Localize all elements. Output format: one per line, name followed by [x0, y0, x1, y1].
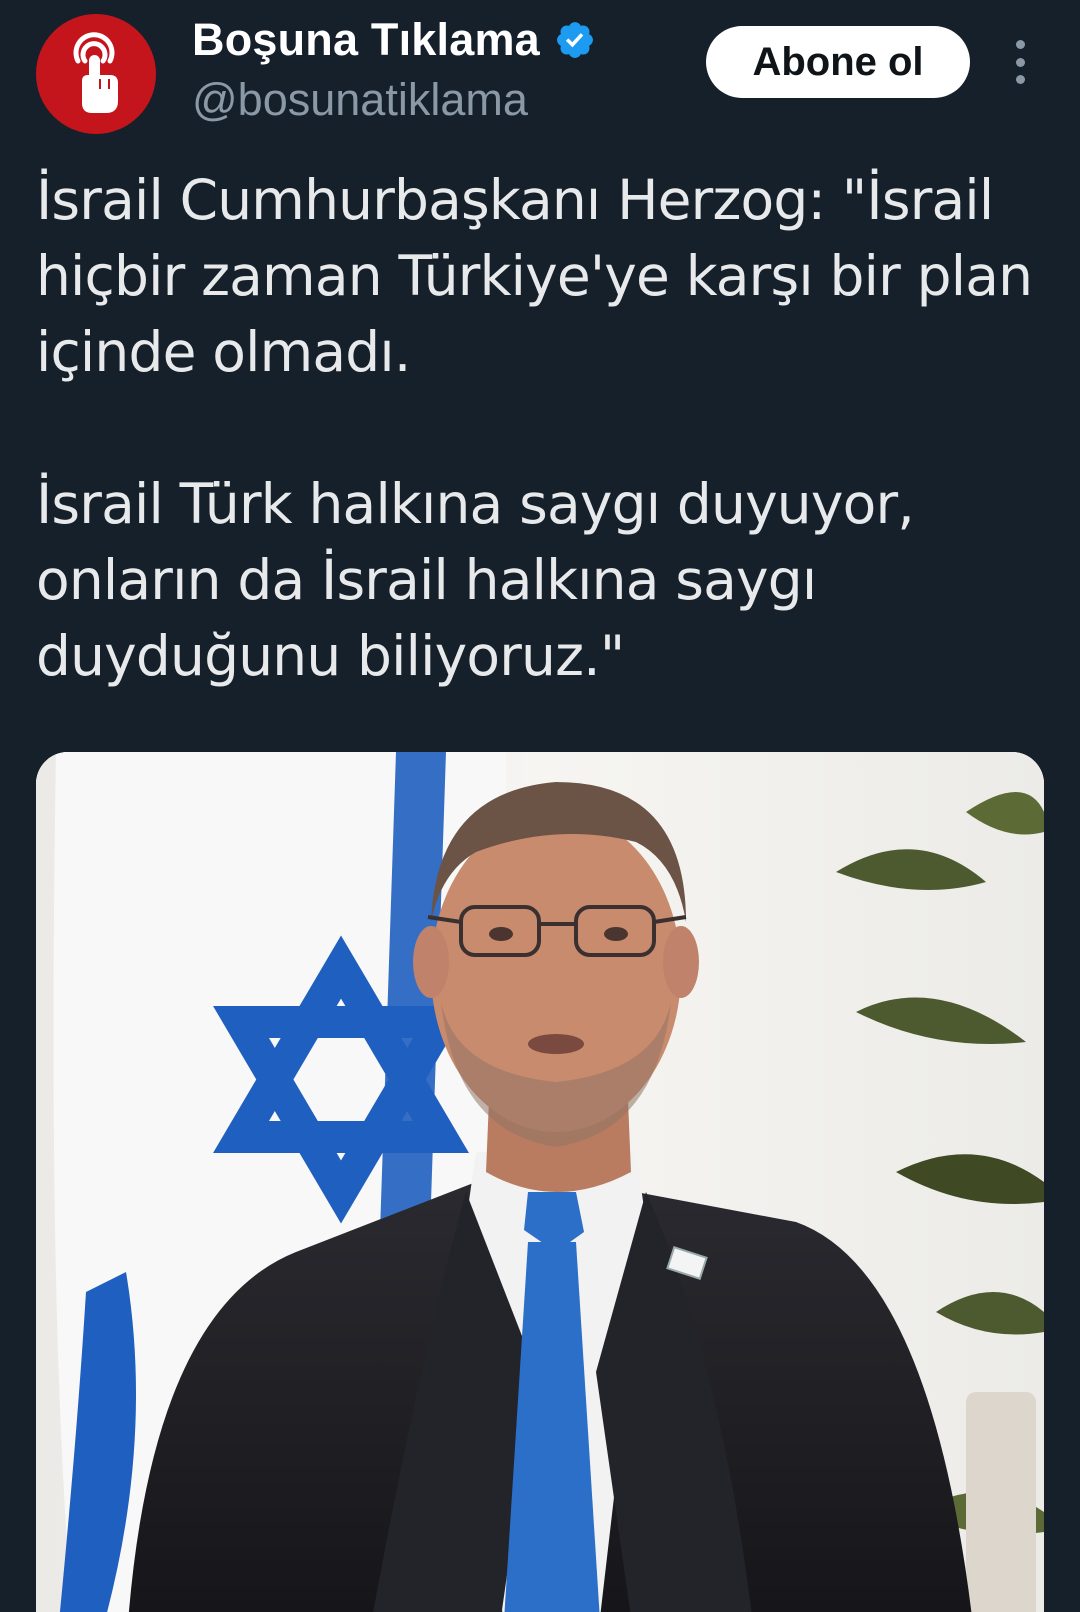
name-row: Boşuna Tıklama — [192, 14, 596, 66]
verified-badge-icon — [556, 22, 593, 58]
tweet-page: Boşuna Tıklama @bosunatiklama Abone ol İ… — [0, 0, 1080, 1612]
dot — [1015, 75, 1025, 84]
tweet-paragraph: İsrail Cumhurbaşkanı Herzog: "İsrail hiç… — [36, 168, 1033, 384]
more-vertical-icon[interactable] — [1006, 40, 1034, 84]
photo-illustration — [36, 752, 1044, 1612]
dot — [1015, 57, 1025, 67]
display-name[interactable]: Boşuna Tıklama — [192, 14, 540, 66]
avatar[interactable] — [36, 14, 156, 134]
subscribe-button[interactable]: Abone ol — [706, 26, 970, 98]
tweet-paragraph: İsrail Türk halkına saygı duyuyor, onlar… — [36, 472, 915, 688]
tweet-text: İsrail Cumhurbaşkanı Herzog: "İsrail hiç… — [36, 162, 1046, 694]
tweet-photo[interactable] — [36, 752, 1044, 1612]
dot — [1015, 40, 1025, 49]
pointing-hand-icon — [73, 32, 118, 113]
account-handle[interactable]: @bosunatiklama — [192, 74, 528, 126]
tweet-header: Boşuna Tıklama @bosunatiklama Abone ol — [0, 0, 1080, 150]
